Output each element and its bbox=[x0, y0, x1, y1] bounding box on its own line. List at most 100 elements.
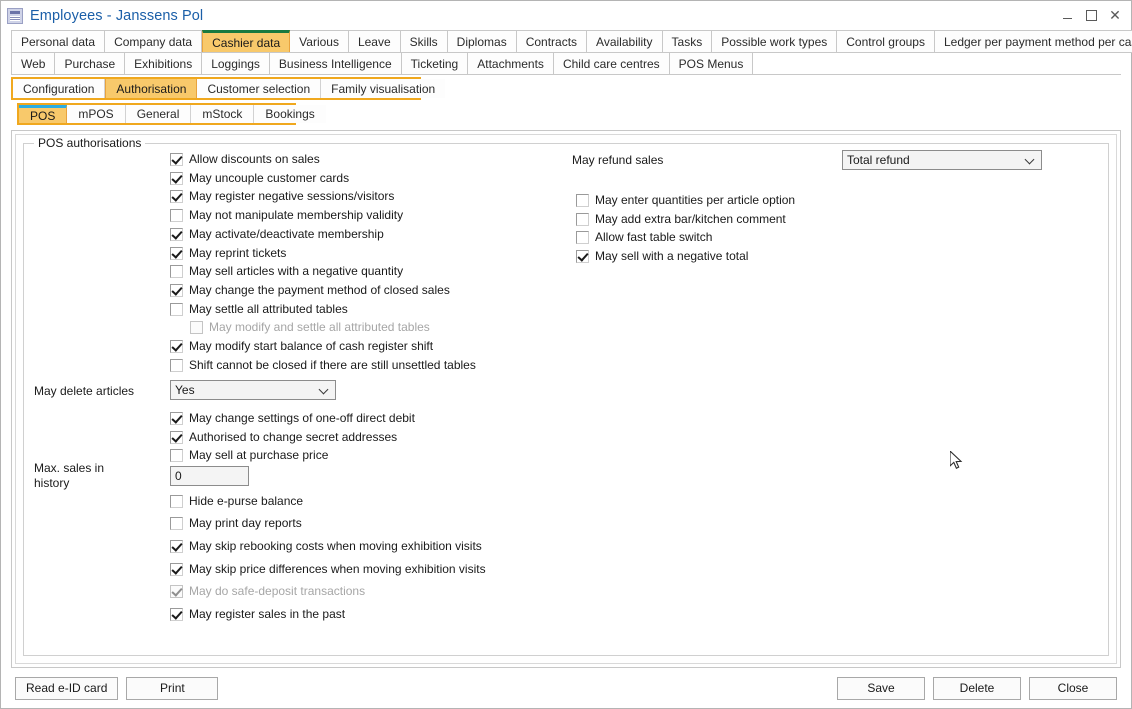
tab-exhibitions[interactable]: Exhibitions bbox=[125, 52, 203, 75]
tab-attachments[interactable]: Attachments bbox=[468, 52, 554, 75]
tab-label: Various bbox=[299, 34, 339, 49]
tab-pos-menus[interactable]: POS Menus bbox=[669, 52, 754, 75]
checkbox-box[interactable] bbox=[170, 227, 183, 241]
checkbox-may-print-day-reports[interactable]: May print day reports bbox=[170, 516, 302, 530]
checkbox-may-sell-at-purchase-price[interactable]: May sell at purchase price bbox=[170, 448, 328, 463]
tab-customer-selection[interactable]: Customer selection bbox=[197, 79, 322, 98]
tab-control-groups[interactable]: Control groups bbox=[837, 30, 935, 53]
tab-mpos[interactable]: mPOS bbox=[67, 105, 126, 123]
checkbox-may-sell-articles-with-a-negative-quantity[interactable]: May sell articles with a negative quanti… bbox=[170, 264, 403, 279]
tab-configuration[interactable]: Configuration bbox=[13, 79, 106, 98]
tab-label: Leave bbox=[357, 34, 391, 49]
tab-label: Ledger per payment method per cashier bbox=[943, 34, 1132, 49]
checkbox-box[interactable] bbox=[170, 539, 183, 553]
checkbox-box[interactable] bbox=[170, 517, 183, 530]
checkbox-box[interactable] bbox=[170, 283, 183, 297]
checkbox-box[interactable] bbox=[576, 231, 589, 245]
checkbox-may-register-negative-sessions-visitors[interactable]: May register negative sessions/visitors bbox=[170, 189, 394, 204]
checkbox-box[interactable] bbox=[576, 250, 589, 264]
checkbox-label: May change the payment method of closed … bbox=[189, 282, 450, 297]
input-max-sales-in-history[interactable]: 0 bbox=[170, 466, 249, 486]
combo-may-delete-articles[interactable]: Yes bbox=[170, 380, 336, 400]
checkbox-authorised-to-change-secret-addresses[interactable]: Authorised to change secret addresses bbox=[170, 430, 397, 444]
tab-general[interactable]: General bbox=[125, 105, 192, 123]
checkbox-may-add-extra-bar-kitchen-comment[interactable]: May add extra bar/kitchen comment bbox=[576, 212, 786, 226]
tab-possible-work-types[interactable]: Possible work types bbox=[712, 30, 838, 53]
tab-mstock[interactable]: mStock bbox=[191, 105, 255, 123]
tab-ticketing[interactable]: Ticketing bbox=[401, 52, 469, 75]
button-print[interactable]: Print bbox=[126, 676, 219, 700]
checkbox-box[interactable] bbox=[170, 562, 183, 576]
checkbox-may-sell-with-a-negative-total[interactable]: May sell with a negative total bbox=[576, 249, 748, 264]
button-read-e-id-card[interactable]: Read e-ID card bbox=[15, 676, 119, 700]
checkbox-may-register-sales-in-the-past[interactable]: May register sales in the past bbox=[170, 607, 345, 622]
checkbox-box[interactable] bbox=[170, 209, 183, 223]
tab-leave[interactable]: Leave bbox=[348, 30, 401, 53]
checkbox-may-activate-deactivate-membership[interactable]: May activate/deactivate membership bbox=[170, 227, 384, 241]
tab-web[interactable]: Web bbox=[11, 52, 56, 75]
checkbox-box[interactable] bbox=[170, 449, 183, 463]
checkbox-allow-fast-table-switch[interactable]: Allow fast table switch bbox=[576, 230, 712, 245]
checkbox-box[interactable] bbox=[170, 265, 183, 279]
tab-family-visualisation[interactable]: Family visualisation bbox=[321, 79, 446, 98]
checkbox-may-modify-start-balance-of-cash-register-shift[interactable]: May modify start balance of cash registe… bbox=[170, 339, 433, 353]
combo-may-refund-sales[interactable]: Total refund bbox=[842, 150, 1042, 170]
button-delete[interactable]: Delete bbox=[933, 676, 1021, 700]
checkbox-may-uncouple-customer-cards[interactable]: May uncouple customer cards bbox=[170, 171, 349, 185]
checkbox-box[interactable] bbox=[170, 302, 183, 316]
checkbox-label: May modify start balance of cash registe… bbox=[189, 339, 434, 353]
tab-diplomas[interactable]: Diplomas bbox=[447, 30, 517, 53]
tab-various[interactable]: Various bbox=[290, 30, 349, 53]
checkbox-shift-cannot-be-closed-if-there-are-still-unsettled-tables[interactable]: Shift cannot be closed if there are stil… bbox=[170, 358, 476, 372]
checkbox-box[interactable] bbox=[170, 412, 183, 425]
tab-cashier-data[interactable]: Cashier data bbox=[202, 30, 291, 53]
tab-tasks[interactable]: Tasks bbox=[662, 30, 713, 53]
checkbox-box[interactable] bbox=[170, 246, 183, 260]
checkbox-label: May enter quantities per article option bbox=[595, 193, 796, 207]
window-title: Employees - Janssens Pol bbox=[30, 7, 204, 24]
checkbox-box[interactable] bbox=[170, 495, 183, 508]
checkbox-label: Hide e-purse balance bbox=[189, 494, 304, 508]
checkbox-may-not-manipulate-membership-validity[interactable]: May not manipulate membership validity bbox=[170, 208, 403, 223]
tab-availability[interactable]: Availability bbox=[587, 30, 663, 53]
maximize-icon[interactable] bbox=[1079, 4, 1103, 28]
checkbox-box[interactable] bbox=[170, 358, 183, 372]
tab-personal-data[interactable]: Personal data bbox=[11, 30, 106, 53]
close-icon[interactable]: ✕ bbox=[1103, 4, 1127, 28]
tab-purchase[interactable]: Purchase bbox=[55, 52, 126, 75]
checkbox-may-change-settings-of-one-off-direct-debit[interactable]: May change settings of one-off direct de… bbox=[170, 411, 415, 425]
checkbox-may-change-the-payment-method-of-closed-sales[interactable]: May change the payment method of closed … bbox=[170, 283, 450, 297]
checkbox-may-skip-rebooking-costs-when-moving-exhibition-visits[interactable]: May skip rebooking costs when moving exh… bbox=[170, 539, 482, 553]
tab-business-intelligence[interactable]: Business Intelligence bbox=[269, 52, 402, 75]
tab-contracts[interactable]: Contracts bbox=[516, 30, 588, 53]
tab-label: Loggings bbox=[211, 56, 260, 71]
checkbox-allow-discounts-on-sales[interactable]: Allow discounts on sales bbox=[170, 152, 320, 166]
checkbox-may-enter-quantities-per-article-option[interactable]: May enter quantities per article option bbox=[576, 193, 795, 207]
tab-ledger-per-payment-method-per-cashier[interactable]: Ledger per payment method per cashier bbox=[934, 30, 1132, 53]
tab-label: Contracts bbox=[525, 34, 578, 49]
tab-company-data[interactable]: Company data bbox=[105, 30, 203, 53]
checkbox-box[interactable] bbox=[170, 153, 183, 166]
checkbox-box[interactable] bbox=[576, 212, 589, 226]
tab-pos[interactable]: POS bbox=[19, 105, 68, 123]
tab-loggings[interactable]: Loggings bbox=[202, 52, 270, 75]
checkbox-may-reprint-tickets[interactable]: May reprint tickets bbox=[170, 246, 286, 260]
tab-authorisation[interactable]: Authorisation bbox=[105, 79, 198, 98]
checkbox-box[interactable] bbox=[170, 430, 183, 444]
checkbox-box[interactable] bbox=[170, 171, 183, 185]
minimize-icon[interactable] bbox=[1055, 4, 1079, 28]
checkbox-box[interactable] bbox=[170, 190, 183, 204]
tab-child-care-centres[interactable]: Child care centres bbox=[553, 52, 670, 75]
checkbox-may-settle-all-attributed-tables[interactable]: May settle all attributed tables bbox=[170, 302, 348, 316]
checkbox-may-skip-price-differences-when-moving-exhibition-visits[interactable]: May skip price differences when moving e… bbox=[170, 562, 486, 576]
tab-bookings[interactable]: Bookings bbox=[254, 105, 326, 123]
checkbox-box[interactable] bbox=[576, 194, 589, 207]
combo-value: Yes bbox=[175, 383, 195, 397]
checkbox-hide-e-purse-balance[interactable]: Hide e-purse balance bbox=[170, 494, 303, 508]
checkbox-box[interactable] bbox=[170, 340, 183, 353]
button-save[interactable]: Save bbox=[837, 676, 925, 700]
textbox-value: 0 bbox=[175, 469, 182, 483]
button-close[interactable]: Close bbox=[1029, 676, 1117, 700]
tab-skills[interactable]: Skills bbox=[400, 30, 448, 53]
checkbox-box[interactable] bbox=[170, 608, 183, 622]
